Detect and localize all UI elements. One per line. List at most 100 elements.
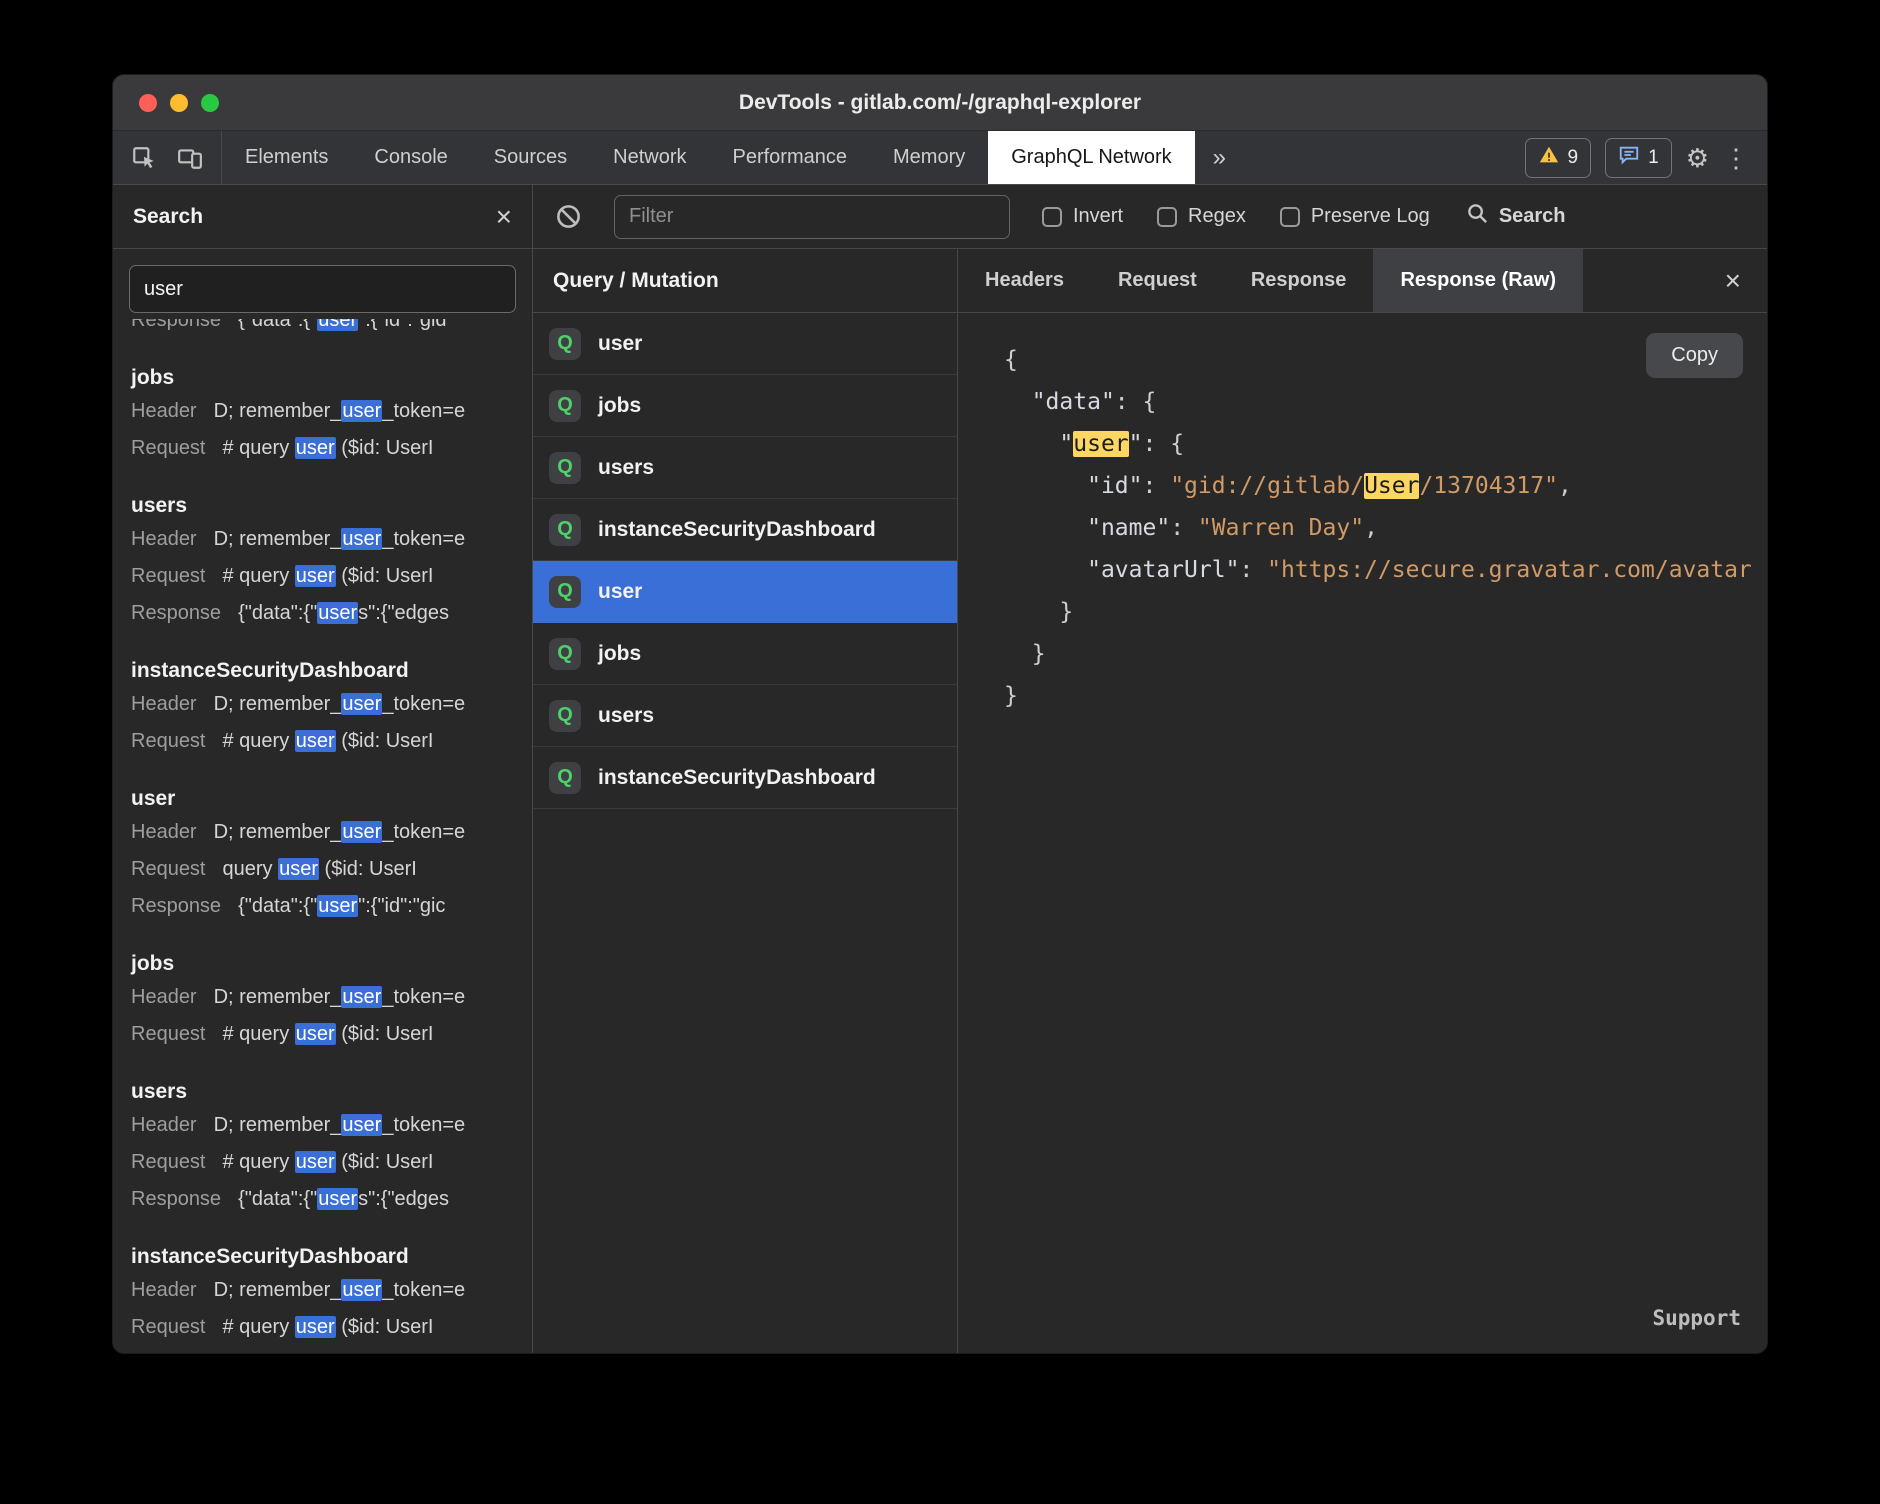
close-window-button[interactable] <box>139 94 157 112</box>
tab-response-raw[interactable]: Response (Raw) <box>1373 249 1583 312</box>
json-line: "user": { <box>1004 423 1767 465</box>
result-text: {"data":{" <box>238 602 317 624</box>
filter-input[interactable] <box>614 195 1010 239</box>
query-list-item[interactable]: QinstanceSecurityDashboard <box>533 499 957 561</box>
tab-request[interactable]: Request <box>1091 249 1224 312</box>
search-match: user <box>341 400 382 422</box>
search-result-line[interactable]: HeaderD; remember_user_token=e <box>131 686 522 723</box>
search-result-line[interactable]: Request# query user ($id: UserI <box>131 1309 522 1346</box>
search-result-line[interactable]: HeaderD; remember_user_token=e <box>131 393 522 430</box>
query-panel-title: Query / Mutation <box>533 249 957 313</box>
search-result-title[interactable]: users <box>131 491 522 521</box>
device-toolbar-icon[interactable] <box>177 145 203 171</box>
search-result-line[interactable]: Request# query user ($id: UserI <box>131 723 522 760</box>
query-list-item[interactable]: Qusers <box>533 685 957 747</box>
toolbar-search-label: Search <box>1499 205 1566 228</box>
checkbox-preserve-log[interactable]: Preserve Log <box>1280 205 1430 228</box>
tab-elements[interactable]: Elements <box>222 131 351 184</box>
warning-count: 9 <box>1568 147 1579 169</box>
support-link[interactable]: Support <box>1652 1297 1741 1339</box>
search-panel: Search × Response{"data":{"user":{"id":"… <box>113 185 533 1353</box>
search-result-line[interactable]: Response{"data":{"user":{"id":"gid <box>131 319 522 339</box>
tab-headers[interactable]: Headers <box>958 249 1091 312</box>
search-input[interactable] <box>129 265 516 313</box>
copy-button[interactable]: Copy <box>1646 333 1743 378</box>
result-text: D; remember_ <box>214 693 342 715</box>
json-token: : <box>1239 557 1267 583</box>
query-list-item[interactable]: Qjobs <box>533 375 957 437</box>
zoom-window-button[interactable] <box>201 94 219 112</box>
json-token <box>1004 473 1087 499</box>
clear-log-icon[interactable] <box>555 203 582 230</box>
json-token: : { <box>1115 389 1157 415</box>
search-result-line[interactable]: Request# query user ($id: UserI <box>131 1144 522 1181</box>
search-result-line[interactable]: Request# query user ($id: UserI <box>131 558 522 595</box>
search-result-title[interactable]: user <box>131 784 522 814</box>
search-match: user <box>278 858 319 880</box>
minimize-window-button[interactable] <box>170 94 188 112</box>
search-result-line[interactable]: HeaderD; remember_user_token=e <box>131 521 522 558</box>
search-result-title[interactable]: users <box>131 1077 522 1107</box>
tab-console[interactable]: Console <box>351 131 470 184</box>
kebab-menu-icon[interactable]: ⋮ <box>1723 145 1749 171</box>
traffic-lights <box>139 75 219 130</box>
search-result-title[interactable]: instanceSecurityDashboard <box>131 1242 522 1272</box>
search-result-line[interactable]: HeaderD; remember_user_token=e <box>131 1272 522 1309</box>
query-type-badge: Q <box>549 762 581 794</box>
result-text: ($id: UserI <box>336 1023 434 1045</box>
search-result-line[interactable]: Request# query user ($id: UserI <box>131 430 522 467</box>
close-search-panel-icon[interactable]: × <box>496 203 512 231</box>
search-result-title[interactable]: jobs <box>131 949 522 979</box>
search-result-line[interactable]: Response{"data":{"users":{"edges <box>131 595 522 632</box>
close-response-panel-icon[interactable]: × <box>1715 267 1751 295</box>
search-result-line[interactable]: Request# query user ($id: UserI <box>131 1016 522 1053</box>
json-line: } <box>1004 633 1767 675</box>
query-list-item-label: instanceSecurityDashboard <box>598 518 876 542</box>
search-result-line[interactable]: HeaderD; remember_user_token=e <box>131 1107 522 1144</box>
more-tabs-chevron[interactable]: » <box>1195 131 1244 184</box>
search-match: user <box>317 319 358 331</box>
search-result-title[interactable]: instanceSecurityDashboard <box>131 656 522 686</box>
tab-network[interactable]: Network <box>590 131 709 184</box>
json-line: } <box>1004 591 1767 633</box>
checkbox-invert[interactable]: Invert <box>1042 205 1123 228</box>
json-token: "name" <box>1087 515 1170 541</box>
console-warnings-badge[interactable]: 9 <box>1525 138 1592 178</box>
search-result-line[interactable]: Requestquery user ($id: UserI <box>131 851 522 888</box>
network-column: Invert Regex Preserve Log Search Query / M… <box>533 185 1767 1353</box>
search-result-line[interactable]: Response{"data":{"user":{"id":"gic <box>131 888 522 925</box>
search-match: user <box>295 1151 336 1173</box>
tab-sources[interactable]: Sources <box>471 131 590 184</box>
search-match: user <box>317 602 358 624</box>
search-match: user <box>341 1114 382 1136</box>
query-type-badge: Q <box>549 576 581 608</box>
toolbar-search[interactable]: Search <box>1466 202 1566 231</box>
query-list-item[interactable]: Quser <box>533 313 957 375</box>
issues-badge[interactable]: 1 <box>1605 138 1672 178</box>
result-line-label: Request <box>131 1151 206 1173</box>
query-list-item-label: users <box>598 704 654 728</box>
response-panel: HeadersRequestResponseResponse (Raw) × C… <box>958 249 1767 1353</box>
tab-response[interactable]: Response <box>1224 249 1374 312</box>
result-text: # query <box>223 730 295 752</box>
query-list-item[interactable]: Quser <box>533 561 957 623</box>
search-result-line[interactable]: HeaderD; remember_user_token=e <box>131 979 522 1016</box>
tab-performance[interactable]: Performance <box>710 131 871 184</box>
inspect-element-icon[interactable] <box>131 145 157 171</box>
search-result-line[interactable]: Response{"data":{"users":{"edges <box>131 1181 522 1218</box>
result-text: D; remember_ <box>214 821 342 843</box>
query-list-item[interactable]: QinstanceSecurityDashboard <box>533 747 957 809</box>
search-result-line[interactable]: HeaderD; remember_user_token=e <box>131 814 522 851</box>
tab-graphql-network[interactable]: GraphQL Network <box>988 131 1194 184</box>
result-text: s":{"edges <box>358 1188 449 1210</box>
search-input-wrap <box>113 249 532 319</box>
tab-memory[interactable]: Memory <box>870 131 988 184</box>
query-list-item[interactable]: Qusers <box>533 437 957 499</box>
settings-gear-icon[interactable]: ⚙ <box>1686 145 1709 171</box>
result-line-label: Header <box>131 400 197 422</box>
search-match: user <box>317 1188 358 1210</box>
search-result-title[interactable]: jobs <box>131 363 522 393</box>
search-panel-header: Search × <box>113 185 532 249</box>
checkbox-regex[interactable]: Regex <box>1157 205 1246 228</box>
query-list-item[interactable]: Qjobs <box>533 623 957 685</box>
